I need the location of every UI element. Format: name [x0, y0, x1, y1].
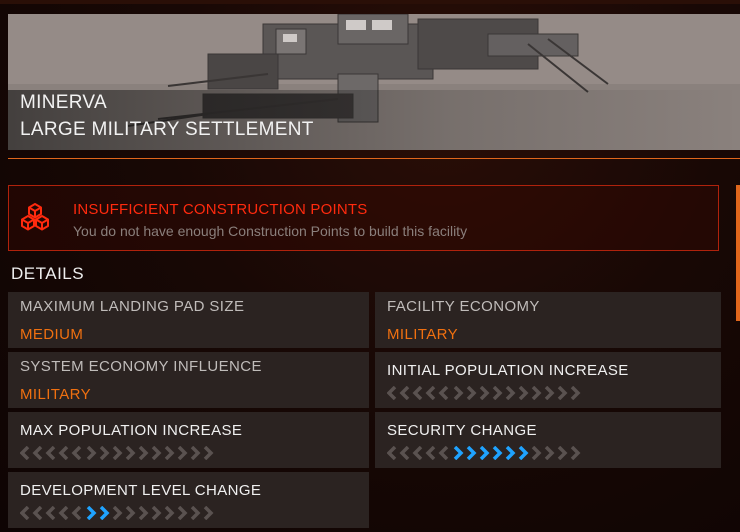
gauge-chevron-left	[20, 506, 30, 520]
gauge-chevron-right	[492, 386, 503, 400]
gauge-chevron-right	[531, 446, 542, 460]
gauge-chevron-right	[112, 506, 123, 520]
gauge-chevron-left	[20, 446, 30, 460]
gauge-chevron-right	[164, 506, 175, 520]
detail-initial-population-increase: INITIAL POPULATION INCREASE	[375, 352, 721, 408]
gauge-chevron-right	[138, 506, 149, 520]
gauge-chevron-right	[164, 446, 175, 460]
gauge-chevron-right	[151, 446, 162, 460]
gauge-chevron-right	[86, 506, 97, 520]
scrollbar-thumb[interactable]	[736, 185, 740, 321]
details-heading: DETAILS	[11, 264, 85, 283]
detail-security-change: SECURITY CHANGE	[375, 412, 721, 468]
gauge-chevron-left	[32, 506, 43, 520]
detail-value: MEDIUM	[20, 326, 84, 343]
gauge-chevron-right	[570, 386, 581, 400]
gauge-chevron-left	[412, 386, 423, 400]
gauge-chevron-right	[125, 506, 136, 520]
gauge-chevron-right	[99, 506, 110, 520]
gauge-chevron-right	[505, 446, 516, 460]
gauge-chevron-right	[544, 446, 555, 460]
gauge-chevron-right	[190, 446, 201, 460]
detail-label: MAX POPULATION INCREASE	[20, 422, 243, 439]
gauge-chevron-right	[99, 446, 110, 460]
gauge-chevron-right	[492, 446, 503, 460]
gauge-chevron-left	[438, 386, 449, 400]
insufficient-points-warning: INSUFFICIENT CONSTRUCTION POINTS You do …	[8, 185, 719, 251]
detail-max-population-increase: MAX POPULATION INCREASE	[8, 412, 369, 468]
gauge-chevron-right	[151, 506, 162, 520]
gauge-chevron-left	[438, 446, 449, 460]
facility-type: LARGE MILITARY SETTLEMENT	[20, 119, 314, 140]
gauge-chevron-left	[412, 446, 423, 460]
gauge-chevron-right	[177, 446, 188, 460]
gauge-chevron-right	[557, 386, 568, 400]
detail-label: SYSTEM ECONOMY INFLUENCE	[20, 358, 262, 375]
population-gauge	[387, 386, 581, 400]
gauge-chevron-right	[466, 386, 477, 400]
detail-label: INITIAL POPULATION INCREASE	[387, 362, 629, 379]
development-gauge	[20, 506, 214, 520]
gauge-chevron-right	[203, 446, 214, 460]
detail-development-level-change: DEVELOPMENT LEVEL CHANGE	[8, 472, 369, 528]
detail-value: MILITARY	[20, 386, 91, 403]
gauge-chevron-left	[425, 386, 436, 400]
warning-title: INSUFFICIENT CONSTRUCTION POINTS	[73, 201, 368, 218]
gauge-chevron-right	[544, 386, 555, 400]
gauge-chevron-left	[399, 386, 410, 400]
gauge-chevron-left	[32, 446, 43, 460]
accent-divider	[8, 158, 740, 159]
detail-landing-pad-size: MAXIMUM LANDING PAD SIZE MEDIUM	[8, 292, 369, 348]
gauge-chevron-left	[399, 446, 410, 460]
detail-facility-economy: FACILITY ECONOMY MILITARY	[375, 292, 721, 348]
gauge-chevron-right	[466, 446, 477, 460]
gauge-chevron-left	[387, 386, 397, 400]
gauge-chevron-right	[453, 386, 464, 400]
gauge-chevron-right	[203, 506, 214, 520]
population-gauge	[20, 446, 214, 460]
detail-system-economy-influence: SYSTEM ECONOMY INFLUENCE MILITARY	[8, 352, 369, 408]
gauge-chevron-right	[557, 446, 568, 460]
gauge-chevron-left	[387, 446, 397, 460]
gauge-chevron-left	[45, 506, 56, 520]
gauge-chevron-right	[138, 446, 149, 460]
gauge-chevron-right	[518, 386, 529, 400]
detail-label: DEVELOPMENT LEVEL CHANGE	[20, 482, 262, 499]
security-gauge	[387, 446, 581, 460]
gauge-chevron-right	[479, 386, 490, 400]
detail-label: FACILITY ECONOMY	[387, 298, 540, 315]
gauge-chevron-right	[505, 386, 516, 400]
gauge-chevron-right	[190, 506, 201, 520]
gauge-chevron-left	[425, 446, 436, 460]
gauge-chevron-right	[570, 446, 581, 460]
detail-value: MILITARY	[387, 326, 458, 343]
construction-cubes-icon	[21, 203, 49, 231]
gauge-chevron-right	[518, 446, 529, 460]
gauge-chevron-right	[86, 446, 97, 460]
facility-banner: MINERVA LARGE MILITARY SETTLEMENT	[8, 14, 740, 150]
gauge-chevron-right	[479, 446, 490, 460]
gauge-chevron-right	[177, 506, 188, 520]
gauge-chevron-left	[58, 506, 69, 520]
warning-message: You do not have enough Construction Poin…	[73, 223, 468, 239]
gauge-chevron-right	[531, 386, 542, 400]
detail-label: SECURITY CHANGE	[387, 422, 537, 439]
gauge-chevron-right	[125, 446, 136, 460]
facility-name: MINERVA	[20, 92, 107, 113]
top-frame	[0, 0, 740, 4]
gauge-chevron-right	[112, 446, 123, 460]
gauge-chevron-left	[71, 506, 82, 520]
gauge-chevron-right	[453, 446, 464, 460]
gauge-chevron-left	[58, 446, 69, 460]
detail-label: MAXIMUM LANDING PAD SIZE	[20, 298, 245, 315]
gauge-chevron-left	[71, 446, 82, 460]
gauge-chevron-left	[45, 446, 56, 460]
